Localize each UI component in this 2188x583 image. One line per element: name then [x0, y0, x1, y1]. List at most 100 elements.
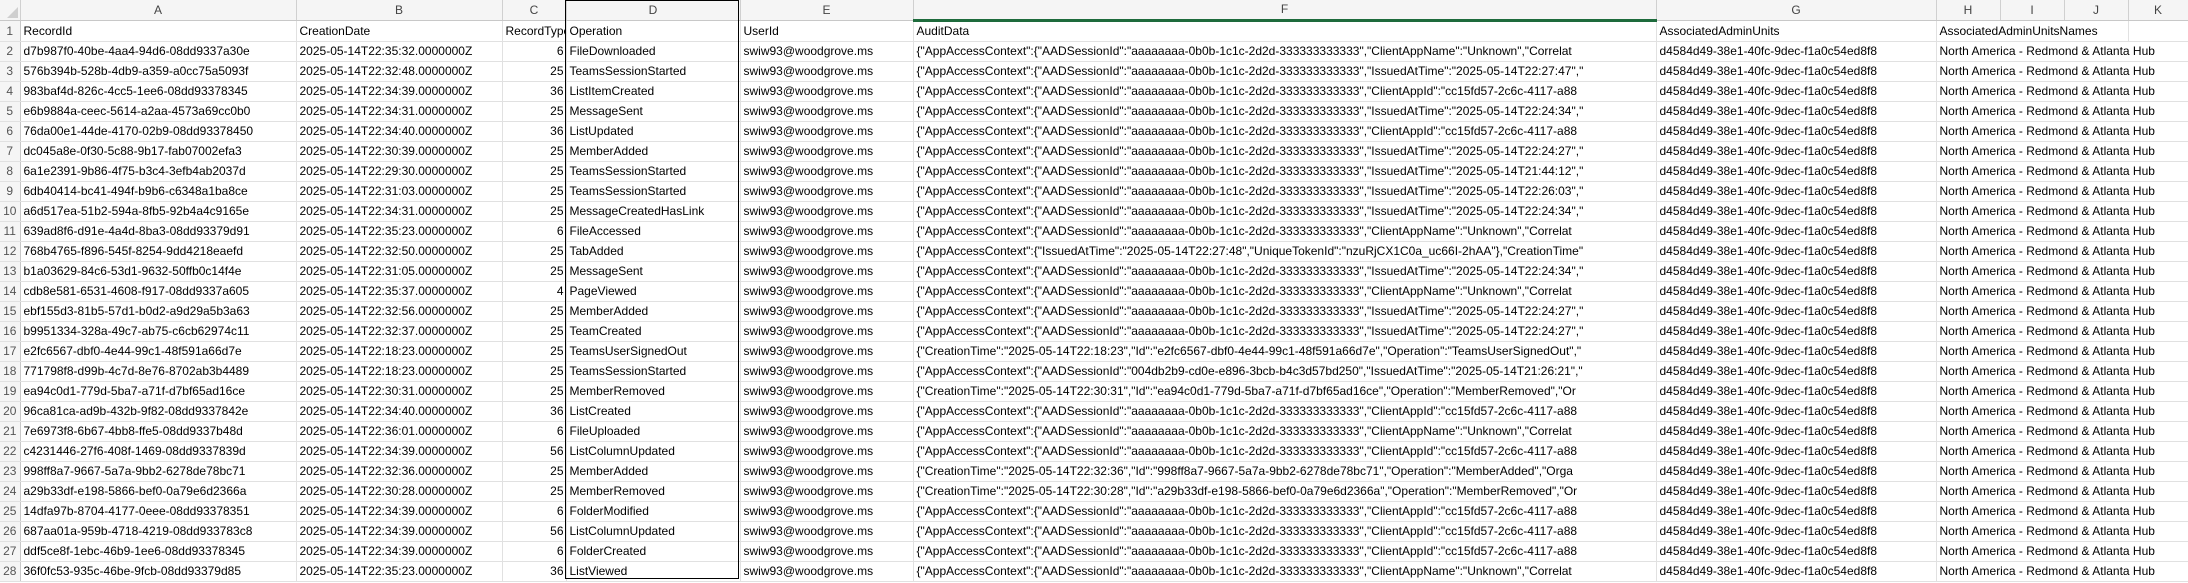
cell-record-id[interactable]: cdb8e581-6531-4608-f917-08dd9337a605	[20, 281, 297, 302]
row-number-14[interactable]: 14	[0, 281, 21, 302]
cell-operation[interactable]: TeamsSessionStarted	[566, 181, 741, 202]
cell-admin-unit-names[interactable]: AssociatedAdminUnitsNames	[1936, 20, 2129, 42]
cell-user-id[interactable]: UserId	[740, 20, 914, 42]
cell-admin-unit-names[interactable]: North America - Redmond & Atlanta Hub	[1936, 221, 2188, 242]
cell-record-id[interactable]: 771798f8-d99b-4c7d-8e76-8702ab3b4489	[20, 361, 297, 382]
cell-record-type[interactable]: 25	[502, 321, 567, 342]
cell-admin-units[interactable]: d4584d49-38e1-40fc-9dec-f1a0c54ed8f8	[1656, 441, 1937, 462]
cell-admin-unit-names[interactable]: North America - Redmond & Atlanta Hub	[1936, 501, 2188, 522]
cell-operation[interactable]: ListColumnUpdated	[566, 441, 741, 462]
cell-audit-data[interactable]: {"AppAccessContext":{"AADSessionId":"aaa…	[913, 121, 1657, 142]
cell-record-id[interactable]: b1a03629-84c6-53d1-9632-50ffb0c14f4e	[20, 261, 297, 282]
cell-creation-date[interactable]: 2025-05-14T22:31:05.0000000Z	[296, 261, 503, 282]
cell-operation[interactable]: MemberRemoved	[566, 381, 741, 402]
cell-user-id[interactable]: swiw93@woodgrove.ms	[740, 141, 914, 162]
cell-creation-date[interactable]: CreationDate	[296, 20, 503, 42]
cell-user-id[interactable]: swiw93@woodgrove.ms	[740, 161, 914, 182]
cell-user-id[interactable]: swiw93@woodgrove.ms	[740, 201, 914, 222]
cell-operation[interactable]: Operation	[566, 20, 741, 42]
row-number-1[interactable]: 1	[0, 20, 21, 42]
cell-admin-unit-names[interactable]: North America - Redmond & Atlanta Hub	[1936, 241, 2188, 262]
cell-operation[interactable]: TeamsSessionStarted	[566, 361, 741, 382]
column-header-i[interactable]: I	[2000, 0, 2065, 21]
row-number-27[interactable]: 27	[0, 541, 21, 562]
row-number-16[interactable]: 16	[0, 321, 21, 342]
cell-creation-date[interactable]: 2025-05-14T22:34:40.0000000Z	[296, 121, 503, 142]
cell-audit-data[interactable]: {"AppAccessContext":{"AADSessionId":"aaa…	[913, 521, 1657, 542]
cell-admin-units[interactable]: d4584d49-38e1-40fc-9dec-f1a0c54ed8f8	[1656, 181, 1937, 202]
cell-creation-date[interactable]: 2025-05-14T22:32:37.0000000Z	[296, 321, 503, 342]
cell-creation-date[interactable]: 2025-05-14T22:34:39.0000000Z	[296, 81, 503, 102]
cell-creation-date[interactable]: 2025-05-14T22:30:31.0000000Z	[296, 381, 503, 402]
row-number-21[interactable]: 21	[0, 421, 21, 442]
cell-record-type[interactable]: RecordType	[502, 20, 567, 42]
column-header-c[interactable]: C	[502, 0, 567, 21]
column-header-j[interactable]: J	[2064, 0, 2129, 21]
cell-user-id[interactable]: swiw93@woodgrove.ms	[740, 541, 914, 562]
cell-record-id[interactable]: 6a1e2391-9b86-4f75-b3c4-3efb4ab2037d	[20, 161, 297, 182]
cell-record-id[interactable]: 6db40414-bc41-494f-b9b6-c6348a1ba8ce	[20, 181, 297, 202]
cell-creation-date[interactable]: 2025-05-14T22:30:39.0000000Z	[296, 141, 503, 162]
cell-operation[interactable]: MemberAdded	[566, 301, 741, 322]
cell-record-id[interactable]: RecordId	[20, 20, 297, 42]
cell-audit-data[interactable]: {"AppAccessContext":{"AADSessionId":"aaa…	[913, 101, 1657, 122]
cell-user-id[interactable]: swiw93@woodgrove.ms	[740, 261, 914, 282]
cell-audit-data[interactable]: {"AppAccessContext":{"AADSessionId":"aaa…	[913, 301, 1657, 322]
cell-admin-units[interactable]: d4584d49-38e1-40fc-9dec-f1a0c54ed8f8	[1656, 541, 1937, 562]
row-number-2[interactable]: 2	[0, 41, 21, 62]
cell-admin-units[interactable]: d4584d49-38e1-40fc-9dec-f1a0c54ed8f8	[1656, 141, 1937, 162]
cell-creation-date[interactable]: 2025-05-14T22:34:31.0000000Z	[296, 201, 503, 222]
cell-record-id[interactable]: e6b9884a-ceec-5614-a2aa-4573a69cc0b0	[20, 101, 297, 122]
cell-user-id[interactable]: swiw93@woodgrove.ms	[740, 461, 914, 482]
cell-admin-units[interactable]: d4584d49-38e1-40fc-9dec-f1a0c54ed8f8	[1656, 421, 1937, 442]
cell-creation-date[interactable]: 2025-05-14T22:35:37.0000000Z	[296, 281, 503, 302]
cell-user-id[interactable]: swiw93@woodgrove.ms	[740, 281, 914, 302]
cell-admin-unit-names[interactable]: North America - Redmond & Atlanta Hub	[1936, 441, 2188, 462]
cell-admin-units[interactable]: d4584d49-38e1-40fc-9dec-f1a0c54ed8f8	[1656, 241, 1937, 262]
cell-user-id[interactable]: swiw93@woodgrove.ms	[740, 561, 914, 582]
cell-operation[interactable]: ListColumnUpdated	[566, 521, 741, 542]
cell-creation-date[interactable]: 2025-05-14T22:32:50.0000000Z	[296, 241, 503, 262]
cell-operation[interactable]: MessageSent	[566, 261, 741, 282]
cell-audit-data[interactable]: {"CreationTime":"2025-05-14T22:32:36","I…	[913, 461, 1657, 482]
cell-audit-data[interactable]: {"AppAccessContext":{"AADSessionId":"aaa…	[913, 161, 1657, 182]
row-number-25[interactable]: 25	[0, 501, 21, 522]
cell-admin-units[interactable]: d4584d49-38e1-40fc-9dec-f1a0c54ed8f8	[1656, 261, 1937, 282]
cell-record-id[interactable]: 76da00e1-44de-4170-02b9-08dd93378450	[20, 121, 297, 142]
cell-record-id[interactable]: ebf155d3-81b5-57d1-b0d2-a9d29a5b3a63	[20, 301, 297, 322]
cell-user-id[interactable]: swiw93@woodgrove.ms	[740, 441, 914, 462]
cell-admin-units[interactable]: d4584d49-38e1-40fc-9dec-f1a0c54ed8f8	[1656, 401, 1937, 422]
cell-audit-data[interactable]: {"CreationTime":"2025-05-14T22:30:28","I…	[913, 481, 1657, 502]
cell-audit-data[interactable]: {"AppAccessContext":{"AADSessionId":"aaa…	[913, 501, 1657, 522]
cell-admin-unit-names[interactable]: North America - Redmond & Atlanta Hub	[1936, 521, 2188, 542]
cell-creation-date[interactable]: 2025-05-14T22:30:28.0000000Z	[296, 481, 503, 502]
cell-admin-unit-names[interactable]: North America - Redmond & Atlanta Hub	[1936, 201, 2188, 222]
cell-record-id[interactable]: 768b4765-f896-545f-8254-9dd4218eaefd	[20, 241, 297, 262]
cell-audit-data[interactable]: {"AppAccessContext":{"AADSessionId":"aaa…	[913, 81, 1657, 102]
row-number-19[interactable]: 19	[0, 381, 21, 402]
cell-record-type[interactable]: 6	[502, 421, 567, 442]
cell-empty[interactable]	[2128, 20, 2188, 42]
cell-audit-data[interactable]: {"CreationTime":"2025-05-14T22:18:23","I…	[913, 341, 1657, 362]
cell-user-id[interactable]: swiw93@woodgrove.ms	[740, 181, 914, 202]
cell-audit-data[interactable]: {"AppAccessContext":{"AADSessionId":"aaa…	[913, 561, 1657, 582]
cell-creation-date[interactable]: 2025-05-14T22:34:39.0000000Z	[296, 441, 503, 462]
row-number-6[interactable]: 6	[0, 121, 21, 142]
cell-operation[interactable]: FolderModified	[566, 501, 741, 522]
cell-user-id[interactable]: swiw93@woodgrove.ms	[740, 421, 914, 442]
cell-record-id[interactable]: 576b394b-528b-4db9-a359-a0cc75a5093f	[20, 61, 297, 82]
cell-audit-data[interactable]: {"AppAccessContext":{"AADSessionId":"004…	[913, 361, 1657, 382]
cell-operation[interactable]: TeamCreated	[566, 321, 741, 342]
cell-record-type[interactable]: 6	[502, 501, 567, 522]
cell-user-id[interactable]: swiw93@woodgrove.ms	[740, 381, 914, 402]
cell-user-id[interactable]: swiw93@woodgrove.ms	[740, 61, 914, 82]
cell-record-type[interactable]: 25	[502, 141, 567, 162]
cell-record-id[interactable]: 36f0fc53-935c-46be-9fcb-08dd93379d85	[20, 561, 297, 582]
select-all-corner[interactable]	[0, 0, 21, 21]
cell-user-id[interactable]: swiw93@woodgrove.ms	[740, 81, 914, 102]
cell-record-id[interactable]: 687aa01a-959b-4718-4219-08dd933783c8	[20, 521, 297, 542]
cell-creation-date[interactable]: 2025-05-14T22:36:01.0000000Z	[296, 421, 503, 442]
cell-record-type[interactable]: 25	[502, 241, 567, 262]
cell-admin-units[interactable]: d4584d49-38e1-40fc-9dec-f1a0c54ed8f8	[1656, 561, 1937, 582]
cell-admin-unit-names[interactable]: North America - Redmond & Atlanta Hub	[1936, 361, 2188, 382]
